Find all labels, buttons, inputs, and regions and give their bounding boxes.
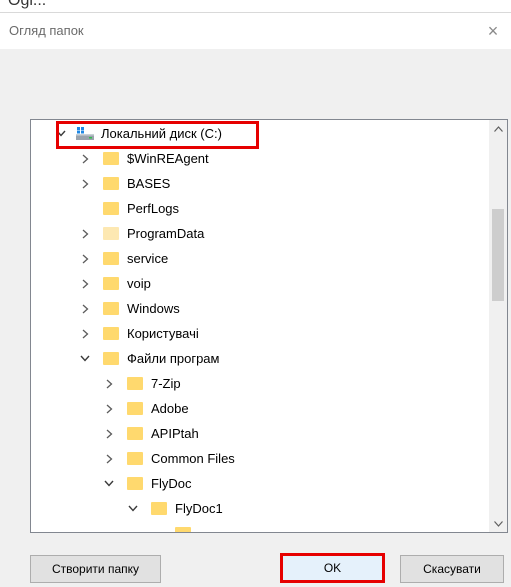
tree-item-label: voip bbox=[127, 276, 151, 291]
folder-icon bbox=[175, 527, 191, 532]
folder-icon bbox=[103, 227, 119, 240]
tree-item[interactable] bbox=[31, 521, 489, 533]
drive-icon bbox=[75, 126, 95, 141]
folder-icon bbox=[103, 152, 119, 165]
chevron-right-icon[interactable] bbox=[79, 253, 91, 265]
folder-tree-rows: Локальний диск (C:) $WinREAgent BASES PerfL… bbox=[31, 120, 489, 532]
folder-icon bbox=[127, 427, 143, 440]
folder-icon bbox=[127, 377, 143, 390]
tree-item-label: Windows bbox=[127, 301, 180, 316]
scroll-up-arrow-icon[interactable] bbox=[489, 120, 507, 137]
tree-item-label: Файли програм bbox=[127, 351, 220, 366]
chevron-right-icon[interactable] bbox=[103, 403, 115, 415]
tree-item[interactable]: 7-Zip bbox=[31, 371, 489, 396]
close-icon[interactable]: × bbox=[481, 19, 505, 43]
folder-icon bbox=[103, 277, 119, 290]
chevron-right-icon[interactable] bbox=[79, 178, 91, 190]
tree-item[interactable]: Користувачі bbox=[31, 321, 489, 346]
tree-item-label: BASES bbox=[127, 176, 171, 191]
folder-icon bbox=[151, 502, 167, 515]
chevron-right-icon[interactable] bbox=[103, 428, 115, 440]
expander-placeholder bbox=[79, 203, 91, 215]
cancel-button[interactable]: Скасувати bbox=[400, 555, 504, 583]
tree-item[interactable]: BASES bbox=[31, 171, 489, 196]
tree-item[interactable]: FlyDoc bbox=[31, 471, 489, 496]
new-folder-button[interactable]: Створити папку bbox=[30, 555, 161, 583]
dialog-title: Огляд папок bbox=[9, 23, 84, 38]
chevron-down-icon[interactable] bbox=[55, 128, 67, 140]
tree-item[interactable]: Common Files bbox=[31, 446, 489, 471]
tree-item-label: ProgramData bbox=[127, 226, 205, 241]
tree-item[interactable]: PerfLogs bbox=[31, 196, 489, 221]
tree-item-label: Common Files bbox=[151, 451, 235, 466]
scroll-down-arrow-icon[interactable] bbox=[489, 515, 507, 532]
chevron-right-icon[interactable] bbox=[79, 153, 91, 165]
chevron-right-icon[interactable] bbox=[79, 278, 91, 290]
tree-item[interactable]: service bbox=[31, 246, 489, 271]
tree-item[interactable]: Локальний диск (C:) bbox=[31, 121, 489, 146]
tree-item[interactable]: ProgramData bbox=[31, 221, 489, 246]
tree-item-label: Локальний диск (C:) bbox=[101, 126, 222, 141]
tree-item-label: PerfLogs bbox=[127, 201, 180, 216]
chevron-right-icon[interactable] bbox=[103, 453, 115, 465]
vertical-scrollbar[interactable] bbox=[489, 120, 507, 532]
chevron-right-icon[interactable] bbox=[79, 328, 91, 340]
folder-icon bbox=[127, 477, 143, 490]
dialog-titlebar: Огляд папок × bbox=[0, 12, 511, 49]
tree-item[interactable]: $WinREAgent bbox=[31, 146, 489, 171]
folder-icon bbox=[103, 252, 119, 265]
top-cropped-strip: Ogl... bbox=[0, 0, 511, 12]
folder-icon bbox=[103, 302, 119, 315]
folder-icon bbox=[103, 177, 119, 190]
top-cropped-text: Ogl... bbox=[8, 0, 47, 9]
tree-item-label: FlyDoc bbox=[151, 476, 192, 491]
tree-item[interactable]: Windows bbox=[31, 296, 489, 321]
tree-item-label: 7-Zip bbox=[151, 376, 181, 391]
chevron-right-icon[interactable] bbox=[79, 228, 91, 240]
folder-icon bbox=[127, 452, 143, 465]
chevron-down-icon[interactable] bbox=[79, 353, 91, 365]
chevron-down-icon[interactable] bbox=[103, 478, 115, 490]
folder-icon bbox=[103, 202, 119, 215]
folder-tree[interactable]: Локальний диск (C:) $WinREAgent BASES PerfL… bbox=[30, 119, 508, 533]
chevron-right-icon[interactable] bbox=[103, 378, 115, 390]
expander-placeholder bbox=[151, 528, 163, 533]
folder-icon bbox=[103, 352, 119, 365]
tree-item[interactable]: voip bbox=[31, 271, 489, 296]
tree-item-label: Користувачі bbox=[127, 326, 199, 341]
folder-icon bbox=[103, 327, 119, 340]
tree-item-label: FlyDoc1 bbox=[175, 501, 223, 516]
folder-icon bbox=[127, 402, 143, 415]
chevron-down-icon[interactable] bbox=[127, 503, 139, 515]
chevron-right-icon[interactable] bbox=[79, 303, 91, 315]
tree-item[interactable]: FlyDoc1 bbox=[31, 496, 489, 521]
tree-item-label: service bbox=[127, 251, 169, 266]
tree-item[interactable]: Файли програм bbox=[31, 346, 489, 371]
scroll-thumb[interactable] bbox=[492, 209, 504, 301]
tree-item-label: APIPtah bbox=[151, 426, 199, 441]
tree-item[interactable]: Adobe bbox=[31, 396, 489, 421]
tree-item[interactable]: APIPtah bbox=[31, 421, 489, 446]
ok-button[interactable]: OK bbox=[280, 553, 385, 583]
tree-item-label: $WinREAgent bbox=[127, 151, 209, 166]
tree-item-label: Adobe bbox=[151, 401, 189, 416]
